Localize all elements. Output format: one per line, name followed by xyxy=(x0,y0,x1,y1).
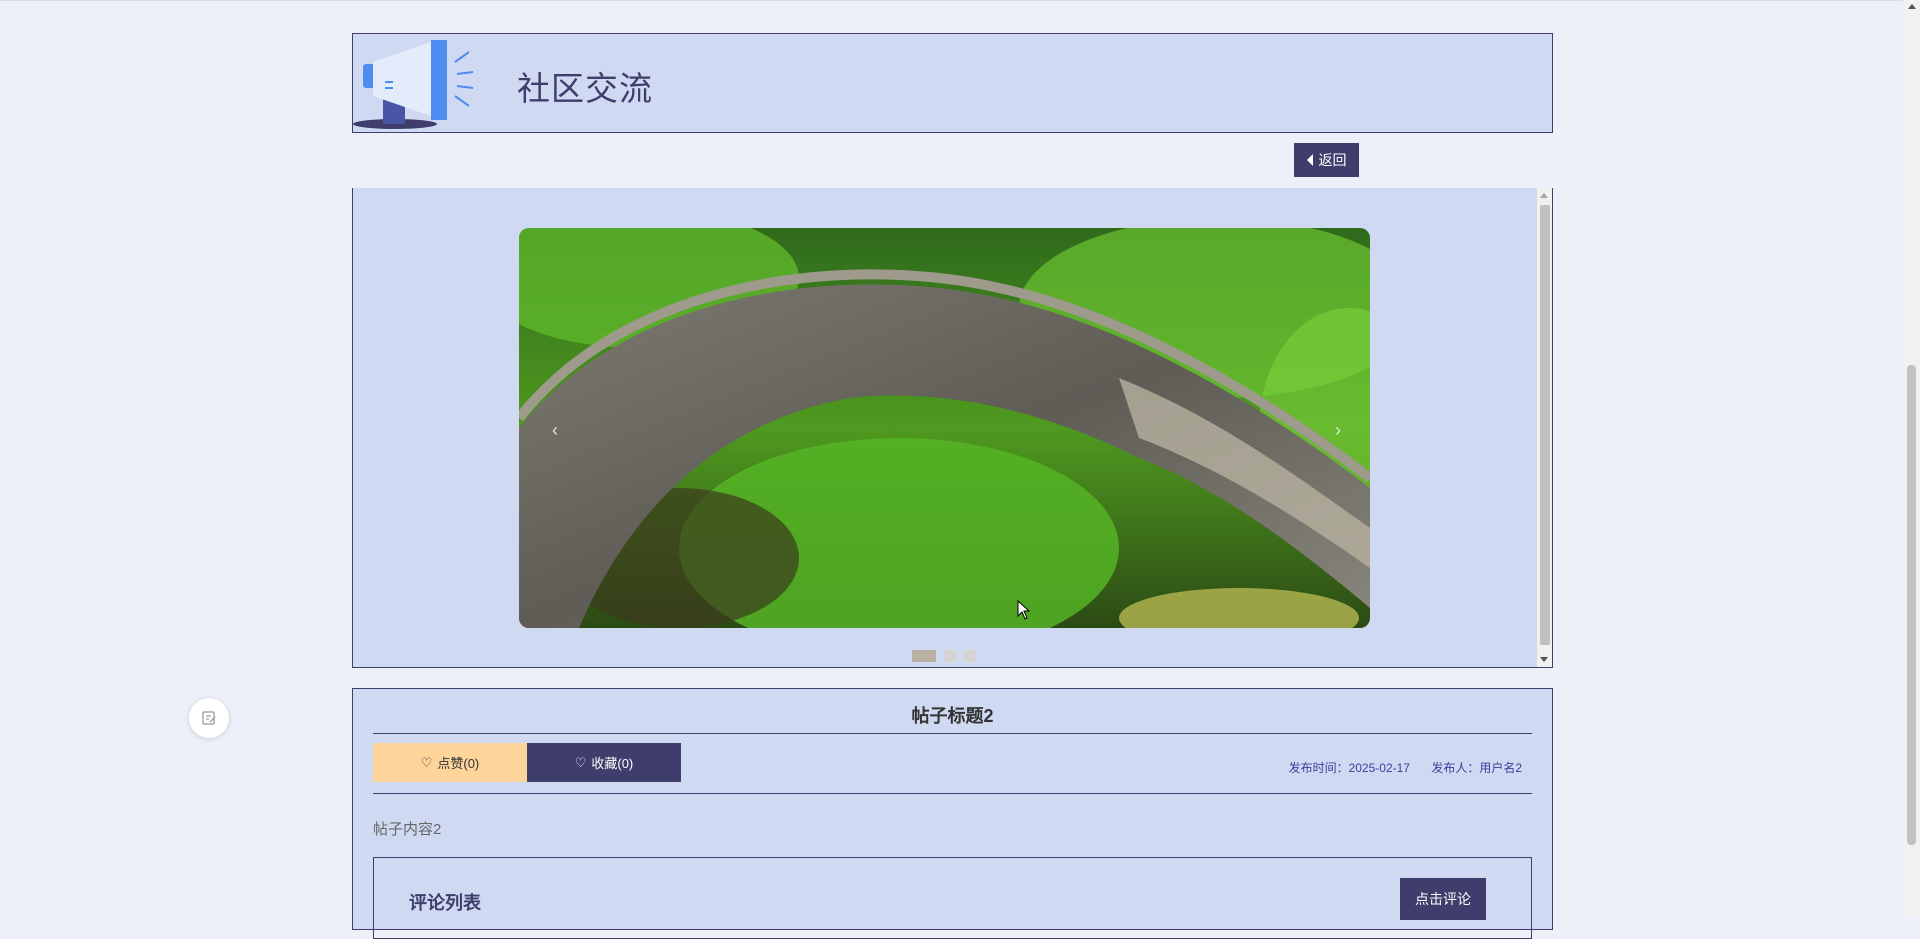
page-header: 社区交流 xyxy=(352,33,1553,133)
page-title: 社区交流 xyxy=(517,70,653,107)
carousel-indicator[interactable] xyxy=(964,650,976,662)
page-scrollbar-thumb[interactable] xyxy=(1907,365,1916,845)
scroll-up-arrow-icon[interactable] xyxy=(1540,193,1548,198)
mouse-cursor-icon xyxy=(1017,599,1031,625)
edit-icon[interactable] xyxy=(189,698,229,738)
carousel-next-icon[interactable]: › xyxy=(1328,420,1348,440)
carousel-indicators xyxy=(912,650,976,662)
like-label: 点赞(0) xyxy=(437,756,480,771)
post-detail: 帖子标题2 ♡ 点赞(0) ♡ 收藏(0) 发布时间：2025-02-17 发布… xyxy=(352,688,1553,939)
carousel-indicator[interactable] xyxy=(944,650,956,662)
favorite-label: 收藏(0) xyxy=(591,756,634,771)
post-title: 帖子标题2 xyxy=(911,706,994,726)
heart-icon: ♡ xyxy=(574,754,587,770)
page-scrollbar[interactable] xyxy=(1903,0,1920,918)
post-meta: 发布时间：2025-02-17 发布人：用户名2 xyxy=(1289,759,1522,776)
publish-time: 发布时间：2025-02-17 xyxy=(1288,761,1410,775)
carousel-scrollbar[interactable] xyxy=(1537,188,1552,667)
add-comment-button[interactable]: 点击评论 xyxy=(1400,878,1486,920)
divider xyxy=(373,793,1532,794)
top-border xyxy=(0,0,1920,1)
image-carousel: ‹ › xyxy=(352,188,1553,668)
megaphone-icon xyxy=(353,34,483,132)
divider xyxy=(373,733,1532,734)
post-content: 帖子内容2 xyxy=(373,821,442,838)
scroll-down-arrow-icon[interactable] xyxy=(1540,657,1548,662)
carousel-indicator[interactable] xyxy=(912,650,936,662)
heart-icon: ♡ xyxy=(420,754,433,770)
carousel-slide-image[interactable] xyxy=(519,228,1370,628)
scroll-up-arrow-icon[interactable] xyxy=(1908,4,1916,9)
like-button[interactable]: ♡ 点赞(0) xyxy=(373,743,527,782)
carousel-prev-icon[interactable]: ‹ xyxy=(545,420,565,440)
back-button[interactable]: 返回 xyxy=(1294,143,1359,177)
favorite-button[interactable]: ♡ 收藏(0) xyxy=(527,743,681,782)
back-button-label: 返回 xyxy=(1318,152,1347,168)
publisher: 发布人：用户名2 xyxy=(1431,761,1522,775)
comments-title: 评论列表 xyxy=(409,893,481,913)
caret-left-icon xyxy=(1306,154,1313,166)
carousel-scrollbar-thumb[interactable] xyxy=(1540,205,1550,645)
comments-section: 评论列表 点击评论 xyxy=(373,857,1532,939)
